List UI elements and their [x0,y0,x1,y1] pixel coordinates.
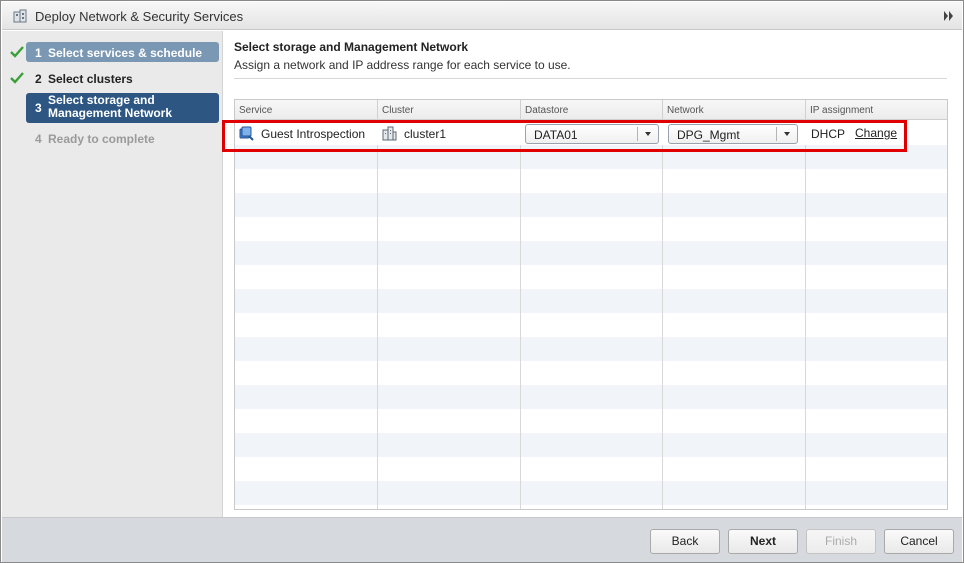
step-ready-to-complete: 4 Ready to complete [2,128,223,150]
step-select-storage[interactable]: 3 Select storage and Management Network [2,93,223,123]
column-header-cluster[interactable]: Cluster [378,100,521,120]
page-title: Select storage and Management Network [234,40,469,54]
grid-stripe [235,313,947,337]
grid-stripe [235,217,947,241]
column-header-service[interactable]: Service [235,100,378,120]
finish-button: Finish [806,529,876,554]
step-label: Select services & schedule [48,46,203,60]
grid-stripe [235,289,947,313]
column-header-network[interactable]: Network [663,100,806,120]
grid-stripe [235,481,947,505]
grid-stripe [235,457,947,481]
grid-stripe [235,193,947,217]
step-select-clusters[interactable]: 2 Select clusters [2,68,223,90]
grid-header: Service Cluster Datastore Network IP ass… [235,100,947,120]
check-icon [10,72,24,84]
check-icon [10,46,24,58]
cancel-button[interactable]: Cancel [884,529,954,554]
step-number: 3 [35,101,42,115]
title-bar: Deploy Network & Security Services [2,2,962,30]
step-number: 2 [35,72,42,86]
column-header-datastore[interactable]: Datastore [521,100,663,120]
step-number: 4 [35,132,42,146]
main-content: Select storage and Management Network As… [223,31,963,517]
window-title: Deploy Network & Security Services [35,9,244,24]
column-divider [662,120,663,509]
deploy-wizard-window: Deploy Network & Security Services 1 Sel… [0,0,964,563]
divider [234,78,947,79]
highlight-box [222,120,907,152]
step-label: Select storage and Management Network [48,93,173,120]
grid-stripe [235,241,947,265]
column-divider [520,120,521,509]
step-number: 1 [35,46,42,60]
grid-stripe [235,433,947,457]
grid-stripe [235,169,947,193]
building-icon [13,9,27,23]
next-button[interactable]: Next [728,529,798,554]
grid-stripe [235,409,947,433]
back-button[interactable]: Back [650,529,720,554]
column-divider [805,120,806,509]
column-header-ip-assignment[interactable]: IP assignment [806,100,947,120]
page-description: Assign a network and IP address range fo… [234,58,571,72]
step-label: Select clusters [48,72,133,86]
services-grid: Service Cluster Datastore Network IP ass… [234,99,948,510]
grid-stripe [235,337,947,361]
column-divider [377,120,378,509]
wizard-steps-sidebar: 1 Select services & schedule 2 Select cl… [2,31,223,517]
wizard-footer: Back Next Finish Cancel [2,517,962,562]
grid-stripe [235,265,947,289]
step-label: Ready to complete [48,132,155,146]
double-chevron-right-icon[interactable] [943,11,955,21]
step-select-services[interactable]: 1 Select services & schedule [2,42,223,64]
grid-stripe [235,361,947,385]
grid-stripe [235,385,947,409]
grid-stripe [235,505,947,509]
